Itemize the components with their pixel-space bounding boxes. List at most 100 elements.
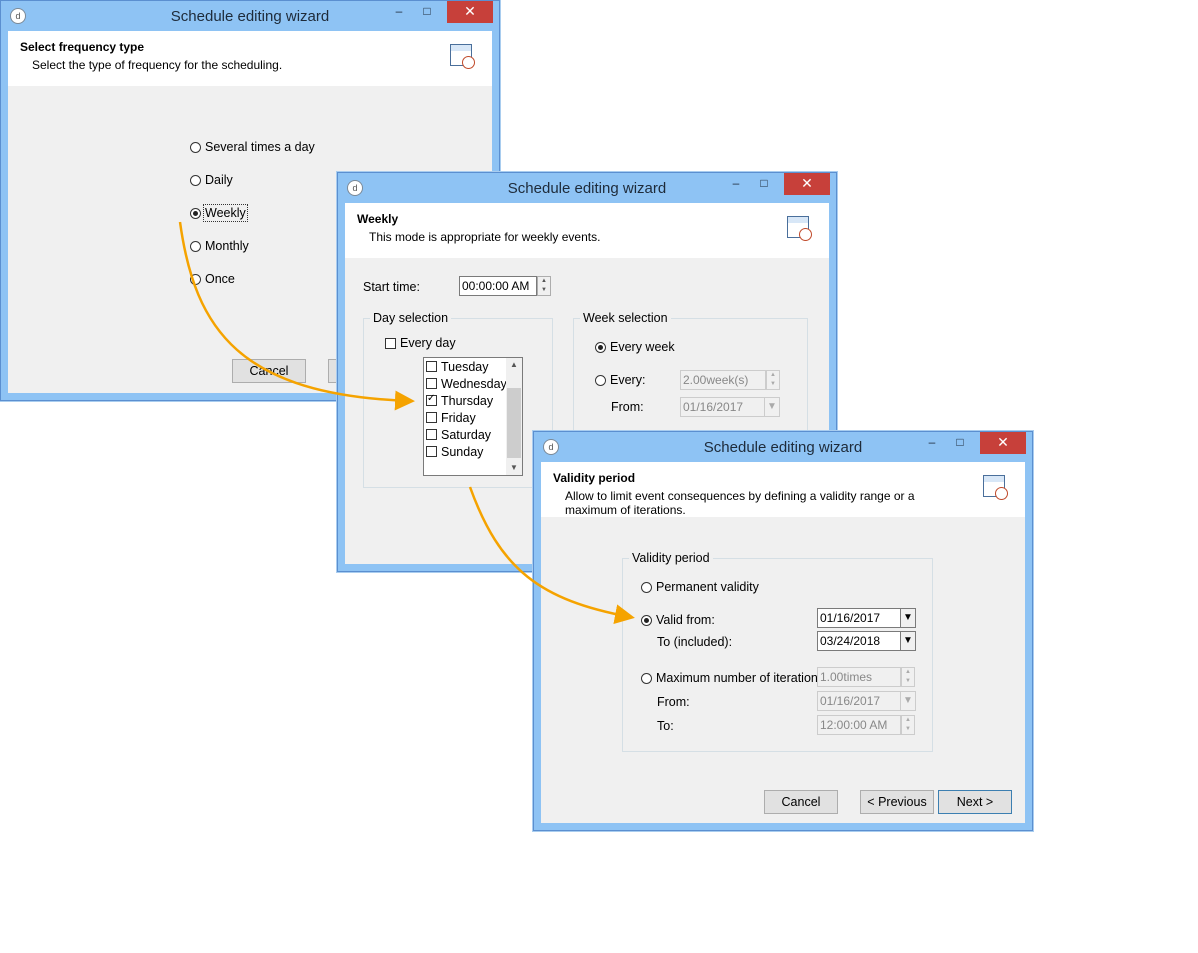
maximize-button[interactable]: □: [946, 432, 974, 454]
radio-valid-from[interactable]: Valid from:: [641, 613, 715, 627]
checkbox-icon: [426, 429, 437, 440]
frame-edge: [1, 31, 8, 400]
every-label: Every:: [610, 373, 646, 387]
from-date-input[interactable]: 01/16/2017: [680, 397, 766, 417]
checkbox-icon: [426, 446, 437, 457]
checkbox-icon: [426, 361, 437, 372]
next-button[interactable]: Next >: [938, 790, 1012, 814]
wizard-header: Weekly This mode is appropriate for week…: [345, 203, 829, 258]
frame-edge: [338, 203, 345, 571]
to-label: To:: [657, 719, 674, 733]
minimize-button[interactable]: –: [722, 173, 750, 195]
to-included-label: To (included):: [657, 635, 733, 649]
scrollbar-thumb[interactable]: [507, 388, 521, 458]
minimize-button[interactable]: –: [918, 432, 946, 454]
checkbox-checked-icon: [426, 393, 437, 406]
option-label: Monthly: [205, 239, 249, 253]
option-label: Once: [205, 272, 235, 286]
chevron-up-icon[interactable]: ▲: [506, 358, 522, 372]
radio-selected-icon: [190, 207, 201, 219]
close-button[interactable]: ✕: [784, 173, 830, 195]
calendar-clock-icon: [983, 475, 1008, 500]
listbox-scrollbar[interactable]: ▲ ▼: [506, 358, 522, 475]
maximize-button[interactable]: □: [750, 173, 778, 195]
radio-icon: [641, 581, 652, 593]
permanent-label: Permanent validity: [656, 580, 759, 594]
checkbox-icon: [426, 378, 437, 389]
day-label: Tuesday: [441, 359, 489, 374]
chevron-down-icon[interactable]: ▼: [764, 397, 780, 417]
every-weeks-input[interactable]: 2.00week(s): [680, 370, 766, 390]
maximize-button[interactable]: □: [413, 1, 441, 23]
option-label: Daily: [205, 173, 233, 187]
cancel-button[interactable]: Cancel: [764, 790, 838, 814]
radio-daily[interactable]: Daily: [190, 173, 233, 187]
max-iterations-label: Maximum number of iteration: [656, 671, 818, 685]
wizard-header: Validity period Allow to limit event con…: [541, 462, 1025, 517]
radio-weekly[interactable]: Weekly: [190, 204, 248, 222]
radio-icon: [190, 273, 201, 285]
wizard-header: Select frequency type Select the type of…: [8, 31, 492, 86]
from-label: From:: [657, 695, 690, 709]
close-button[interactable]: ✕: [980, 432, 1026, 454]
header-title: Select frequency type: [20, 40, 145, 54]
radio-monthly[interactable]: Monthly: [190, 239, 249, 253]
radio-once[interactable]: Once: [190, 272, 235, 286]
checkbox-icon: [385, 337, 396, 349]
max-iterations-input[interactable]: 1.00times: [817, 667, 901, 687]
start-time-label: Start time:: [363, 280, 420, 294]
checkbox-icon: [426, 412, 437, 423]
day-label: Thursday: [441, 393, 494, 408]
window-validity-period: d Schedule editing wizard – □ ✕ Validity…: [533, 431, 1033, 831]
chevron-down-icon[interactable]: ▼: [506, 461, 522, 475]
minimize-button[interactable]: –: [385, 1, 413, 23]
to-included-date-input[interactable]: 03/24/2018: [817, 631, 901, 651]
radio-permanent-validity[interactable]: Permanent validity: [641, 580, 759, 594]
header-title: Validity period: [553, 471, 636, 485]
day-selection-label: Day selection: [370, 311, 452, 325]
radio-several-times-a-day[interactable]: Several times a day: [190, 140, 315, 154]
calendar-clock-icon: [787, 216, 812, 241]
radio-selected-icon: [595, 341, 606, 353]
valid-from-date-input[interactable]: 01/16/2017: [817, 608, 901, 628]
to-time-spinner[interactable]: ▲ ▼: [901, 715, 915, 735]
radio-max-iterations[interactable]: Maximum number of iteration: [641, 671, 818, 685]
validity-group-label: Validity period: [629, 551, 713, 565]
header-description: Select the type of frequency for the sch…: [32, 58, 283, 72]
header-description: Allow to limit event consequences by def…: [565, 489, 915, 517]
radio-icon: [641, 672, 652, 684]
close-button[interactable]: ✕: [447, 1, 493, 23]
calendar-clock-icon: [450, 44, 475, 69]
chevron-down-icon[interactable]: ▼: [900, 608, 916, 628]
day-label: Saturday: [441, 427, 492, 442]
previous-button[interactable]: < Previous: [860, 790, 934, 814]
chevron-down-icon[interactable]: ▼: [900, 631, 916, 651]
start-time-input[interactable]: 00:00:00 AM: [459, 276, 537, 296]
frame-edge: [534, 823, 1032, 830]
day-label: Sunday: [441, 444, 484, 459]
radio-every-n-weeks[interactable]: Every:: [595, 373, 645, 387]
every-weeks-spinner[interactable]: ▲ ▼: [766, 370, 780, 390]
frame-edge: [534, 462, 541, 830]
valid-from-label: Valid from:: [656, 613, 715, 627]
day-label: Wednesday: [441, 376, 507, 391]
every-day-checkbox[interactable]: Every day: [385, 336, 456, 350]
start-time-spinner[interactable]: ▲ ▼: [537, 276, 551, 296]
frame-edge: [1025, 462, 1032, 830]
from-date-input[interactable]: 01/16/2017: [817, 691, 901, 711]
radio-icon: [190, 141, 201, 153]
radio-every-week[interactable]: Every week: [595, 340, 675, 354]
every-day-label: Every day: [400, 336, 456, 350]
days-listbox[interactable]: Tuesday Wednesday Thursday Friday Saturd…: [423, 357, 523, 476]
chevron-down-icon[interactable]: ▼: [900, 691, 916, 711]
day-label: Friday: [441, 410, 476, 425]
every-week-label: Every week: [610, 340, 675, 354]
to-time-input[interactable]: 12:00:00 AM: [817, 715, 901, 735]
cancel-button[interactable]: Cancel: [232, 359, 306, 383]
max-iterations-spinner[interactable]: ▲ ▼: [901, 667, 915, 687]
radio-icon: [190, 174, 201, 186]
from-label: From:: [611, 400, 644, 414]
radio-icon: [190, 240, 201, 252]
header-description: This mode is appropriate for weekly even…: [369, 230, 601, 244]
option-label: Several times a day: [205, 140, 315, 154]
